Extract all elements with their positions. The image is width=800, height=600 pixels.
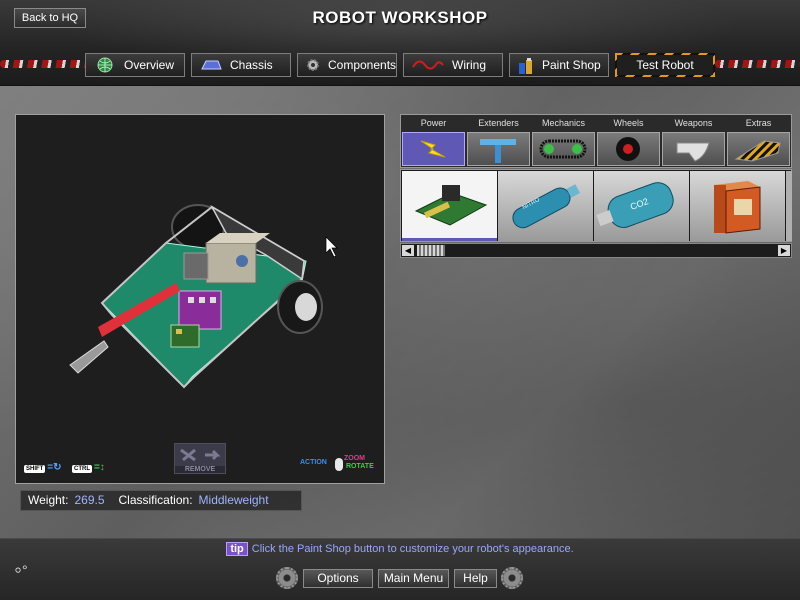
tab-chassis-label: Chassis bbox=[230, 58, 273, 72]
robot-stats-bar: Weight: 269.5 Classification: Middleweig… bbox=[20, 490, 302, 511]
paint-cans-icon bbox=[518, 57, 534, 74]
circuit-board-icon bbox=[414, 185, 488, 226]
part-gas-tank[interactable]: NITRO bbox=[498, 171, 593, 241]
parts-list: NITRO CO2 bbox=[400, 169, 792, 242]
robot-motor-emblem bbox=[236, 255, 248, 267]
gear-right-icon bbox=[501, 567, 523, 589]
parts-category-panel: Power Extenders Mechanics Wheels Weapons… bbox=[400, 114, 792, 168]
tab-overview[interactable]: Overview bbox=[85, 53, 185, 77]
part-co2-tank[interactable]: CO2 bbox=[594, 171, 689, 241]
tab-components-label: Components bbox=[328, 58, 397, 72]
tab-components[interactable]: Components bbox=[297, 53, 397, 77]
category-label-extenders: Extenders bbox=[478, 118, 519, 128]
cable-decoration-left bbox=[0, 60, 90, 68]
remove-button[interactable]: REMOVE bbox=[174, 443, 226, 474]
hazard-wedge-icon bbox=[734, 140, 781, 162]
tab-paint-shop[interactable]: Paint Shop bbox=[509, 53, 609, 77]
tab-wiring[interactable]: Wiring bbox=[403, 53, 503, 77]
page-title: ROBOT WORKSHOP bbox=[312, 8, 488, 27]
cable-decoration-right bbox=[715, 60, 800, 68]
mouse-controls-legend: ZOOM ACTION ROTATE bbox=[300, 455, 384, 479]
rotate-arrow-icon: =↻ bbox=[47, 462, 62, 473]
category-power[interactable] bbox=[402, 132, 465, 166]
gas-tank-icon bbox=[512, 184, 581, 229]
category-extenders[interactable] bbox=[467, 132, 530, 166]
classification-label: Classification: bbox=[118, 493, 193, 507]
category-wheels[interactable] bbox=[597, 132, 660, 166]
category-weapons[interactable] bbox=[662, 132, 725, 166]
plow-blade-icon bbox=[676, 142, 710, 162]
tab-wiring-label: Wiring bbox=[452, 58, 487, 72]
tab-overview-label: Overview bbox=[124, 58, 175, 72]
robot-model[interactable] bbox=[16, 115, 386, 485]
remove-wrench-icon bbox=[180, 448, 221, 462]
robot-battery bbox=[178, 290, 222, 330]
robot-circuit-chip bbox=[176, 329, 182, 334]
ctrl-move-hint: CTRL =↕ bbox=[72, 462, 105, 473]
zoom-label: ZOOM bbox=[344, 455, 365, 462]
robot-motor-block bbox=[205, 242, 257, 284]
action-label: ACTION bbox=[300, 459, 327, 466]
globe-icon bbox=[94, 57, 116, 73]
help-button[interactable]: Help bbox=[454, 569, 497, 588]
scroll-right-arrow-icon[interactable]: ▶ bbox=[778, 245, 790, 256]
category-label-wheels: Wheels bbox=[613, 118, 644, 128]
remove-button-label: REMOVE bbox=[175, 466, 225, 473]
rotate-label: ROTATE bbox=[346, 463, 374, 470]
tip-message: tip Click the Paint Shop button to custom… bbox=[0, 542, 800, 556]
robot-gearbox bbox=[183, 252, 209, 280]
footer-bar: tip Click the Paint Shop button to custom… bbox=[0, 538, 800, 600]
vertical-arrow-icon: =↕ bbox=[93, 462, 105, 473]
chassis-icon bbox=[200, 57, 222, 73]
category-label-mechanics: Mechanics bbox=[541, 118, 586, 128]
shift-key-label: SHIFT bbox=[24, 465, 46, 473]
battery-icon bbox=[714, 181, 761, 234]
category-label-extras: Extras bbox=[745, 118, 772, 128]
classification-value: Middleweight bbox=[198, 493, 269, 507]
wheel-icon bbox=[616, 137, 640, 161]
tab-chassis[interactable]: Chassis bbox=[191, 53, 291, 77]
robot-3d-viewport[interactable]: SHIFT =↻ CTRL =↕ REMOVE ZOOM ACTION ROTA… bbox=[15, 114, 385, 484]
header-bar: Back to HQ ROBOT WORKSHOP Overview Chass… bbox=[0, 0, 800, 86]
ctrl-key-label: CTRL bbox=[72, 465, 92, 473]
category-extras[interactable] bbox=[727, 132, 790, 166]
options-button[interactable]: Options bbox=[303, 569, 373, 588]
scroll-thumb[interactable] bbox=[417, 245, 445, 256]
robot-circuit-board bbox=[170, 324, 200, 348]
tip-badge: tip bbox=[226, 542, 248, 556]
chain-drive-icon bbox=[539, 139, 587, 159]
robot-battery-cell-2 bbox=[199, 297, 205, 303]
tab-test-robot-label: Test Robot bbox=[636, 58, 694, 72]
scroll-left-arrow-icon[interactable]: ◀ bbox=[402, 245, 414, 256]
tab-paint-shop-label: Paint Shop bbox=[542, 58, 601, 72]
parts-scrollbar[interactable]: ◀ ▶ bbox=[400, 243, 792, 258]
part-battery[interactable] bbox=[690, 171, 785, 241]
t-beam-icon bbox=[480, 139, 516, 163]
category-mechanics[interactable] bbox=[532, 132, 595, 166]
gear-left-icon bbox=[276, 567, 298, 589]
part-cutoff bbox=[786, 171, 792, 241]
category-label-power: Power bbox=[420, 118, 447, 128]
weight-value: 269.5 bbox=[74, 493, 105, 507]
category-label-weapons: Weapons bbox=[674, 118, 713, 128]
mouse-icon bbox=[335, 458, 343, 471]
tab-test-robot[interactable]: Test Robot bbox=[615, 53, 715, 77]
robot-spear-tip bbox=[69, 340, 109, 374]
wire-icon bbox=[412, 57, 444, 73]
shift-rotate-hint: SHIFT =↻ bbox=[24, 462, 62, 473]
robot-front-hub bbox=[295, 293, 317, 321]
main-menu-button[interactable]: Main Menu bbox=[378, 569, 449, 588]
gear-icon bbox=[306, 57, 320, 73]
part-circuit-board[interactable] bbox=[402, 171, 497, 241]
mouse-cursor-icon bbox=[325, 236, 338, 258]
robot-battery-cell-3 bbox=[210, 297, 216, 303]
weight-label: Weight: bbox=[28, 493, 69, 507]
corner-logo-icon: ⸰° bbox=[14, 562, 28, 578]
tip-text: Click the Paint Shop button to customize… bbox=[251, 543, 574, 555]
lightning-icon bbox=[420, 140, 446, 158]
robot-battery-cell-1 bbox=[188, 297, 194, 303]
